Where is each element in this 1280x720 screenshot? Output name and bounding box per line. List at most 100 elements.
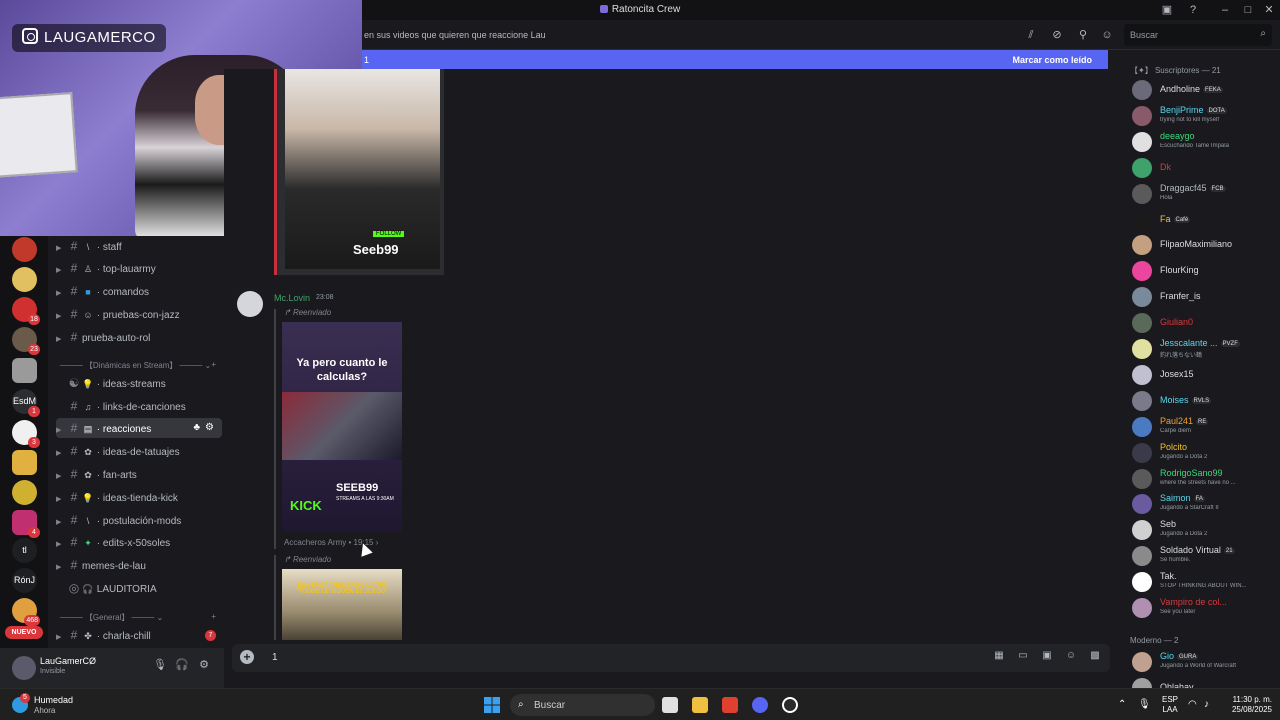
channel-top-lauarmy[interactable]: ▶ # ♙ · top-lauarmy — [56, 258, 222, 278]
help-icon[interactable]: ? — [1186, 3, 1200, 17]
member-row[interactable]: Ohlahay — [1132, 674, 1278, 688]
forwarded-image[interactable]: Ya pero cuanto le calculas? SEEB99 KICK … — [282, 322, 402, 532]
server-icon[interactable]: RónJ — [12, 568, 37, 593]
server-icon[interactable] — [12, 237, 37, 262]
member-row[interactable]: FlourKing — [1132, 257, 1278, 283]
avatar[interactable] — [1132, 209, 1152, 230]
member-row[interactable]: Paul241 RE Carpe diem — [1132, 413, 1278, 439]
server-icon[interactable]: 3 — [12, 420, 40, 448]
search-input[interactable]: Buscar ⌕ — [1124, 24, 1272, 46]
avatar[interactable] — [1132, 652, 1152, 672]
avatar[interactable] — [1132, 313, 1152, 334]
weather-title[interactable]: Humedad — [34, 695, 73, 705]
avatar[interactable] — [1132, 339, 1152, 359]
pin-icon[interactable]: ⚲ — [1076, 28, 1090, 42]
member-row[interactable]: Seb Jugando a Dota 2 — [1132, 516, 1278, 542]
channel-pruebas-con-jazz[interactable]: ▶ # ☺ · pruebas-con-jazz — [56, 304, 222, 324]
settings-gear-icon[interactable]: ⚙ — [196, 658, 212, 674]
category-general[interactable]: ──── 【General】 ──── ⌄ + — [60, 612, 220, 623]
avatar[interactable] — [1132, 287, 1152, 308]
activity-icon[interactable]: ▩ — [1088, 650, 1102, 664]
member-row[interactable]: Franfer_is — [1132, 283, 1278, 309]
channel-memes-de-lau[interactable]: ▶ # memes-de-lau — [56, 555, 222, 575]
channel-charla-chill[interactable]: ▶ # ✤ · charla-chill 7 — [56, 625, 222, 645]
avatar[interactable] — [1132, 572, 1152, 593]
volume-icon[interactable]: ♪ — [1204, 699, 1209, 710]
obs-icon[interactable] — [782, 697, 798, 713]
member-row[interactable]: FlipaoMaximiliano — [1132, 231, 1278, 257]
gear-icon[interactable]: ⚙ — [205, 418, 214, 438]
channel-fan-arts[interactable]: ▶ # ✿ · fan-arts — [56, 464, 222, 484]
server-icon[interactable]: 23 — [12, 327, 40, 355]
discord-icon[interactable] — [752, 697, 768, 713]
server-icon[interactable]: tl — [12, 538, 37, 563]
microphone-icon[interactable]: 🎙 — [152, 658, 168, 674]
message-input[interactable]: 1 — [272, 652, 278, 663]
members-icon[interactable]: ☺ — [1100, 28, 1114, 42]
avatar[interactable] — [1132, 494, 1152, 515]
server-icon[interactable] — [12, 267, 37, 292]
member-row[interactable]: Polcito Jugando a Dota 2 — [1132, 439, 1278, 465]
inbox-icon[interactable]: ▣ — [1160, 3, 1174, 17]
avatar[interactable] — [1132, 183, 1152, 204]
avatar[interactable] — [1132, 390, 1152, 411]
server-icon[interactable] — [12, 358, 37, 383]
microphone-icon[interactable]: 🎙 — [1138, 699, 1151, 710]
server-icon[interactable] — [12, 480, 37, 505]
close-button[interactable]: ✕ — [1258, 2, 1280, 18]
avatar[interactable] — [1132, 80, 1152, 100]
member-row[interactable]: deeaygo Escuchando Tame Impala — [1132, 128, 1278, 154]
avatar[interactable] — [1132, 131, 1152, 152]
member-row[interactable]: Tak. STOP THINKING ABOUT WIN... — [1132, 568, 1278, 594]
channel-postulacion-mods[interactable]: ▶ # \ · postulación-mods — [56, 510, 222, 530]
avatar[interactable] — [1132, 364, 1152, 385]
avatar[interactable] — [1132, 416, 1152, 437]
channel-ideas-tienda-kick[interactable]: ▶ # 💡 · ideas-tienda-kick — [56, 487, 222, 507]
mark-as-read-button[interactable]: Marcar como leído — [1012, 55, 1092, 65]
channel-ideas-de-tatuajes[interactable]: ▶ # ✿ · ideas-de-tatuajes — [56, 441, 222, 461]
channel-links-de-canciones[interactable]: # ♫ · links-de-canciones — [56, 396, 222, 416]
video-embed[interactable]: FOLLOW Seeb99 — [274, 69, 444, 275]
avatar[interactable] — [1132, 235, 1152, 256]
server-icon[interactable]: EsdM 1 — [12, 389, 40, 417]
avatar[interactable] — [1132, 442, 1152, 463]
headphones-icon[interactable]: 🎧 — [174, 658, 190, 674]
channel-reacciones[interactable]: ▶ # ▤ · reacciones ♣ ⚙ — [56, 418, 222, 438]
member-row[interactable]: Moises RVLS — [1132, 387, 1278, 413]
message-author[interactable]: Mc.Lovin — [274, 293, 310, 303]
member-row[interactable]: Giulian0 — [1132, 309, 1278, 335]
clock[interactable]: 11:30 p. m. 25/08/2025 — [1226, 695, 1272, 715]
avatar[interactable] — [12, 656, 36, 680]
gif-icon[interactable]: ▭ — [1016, 650, 1030, 664]
wifi-icon[interactable]: ◠ — [1188, 699, 1197, 710]
maximize-button[interactable]: □ — [1237, 2, 1259, 18]
language-indicator[interactable]: ESP LAA — [1162, 695, 1178, 715]
channel-topic[interactable]: en sus videos que quieren que reaccione … — [364, 30, 546, 40]
windows-start-icon[interactable] — [484, 697, 500, 713]
member-row[interactable]: Fa Café — [1132, 206, 1278, 232]
gift-icon[interactable]: ▦ — [992, 650, 1006, 664]
minimize-button[interactable]: – — [1214, 2, 1236, 18]
member-row[interactable]: Gio GURA Jugando a World of Warcraft — [1132, 648, 1278, 674]
sticker-icon[interactable]: ▣ — [1040, 650, 1054, 664]
server-icon[interactable]: 4 — [12, 510, 40, 538]
channel-comandos[interactable]: ▶ # ■ · comandos — [56, 281, 222, 301]
avatar[interactable] — [1132, 520, 1152, 541]
avatar[interactable] — [1132, 261, 1152, 282]
mute-icon[interactable]: ⊘ — [1050, 28, 1064, 42]
member-row[interactable]: Saimon FA Jugando a StarCraft II — [1132, 490, 1278, 516]
taskbar-search[interactable]: ⌕ Buscar — [510, 694, 655, 716]
channel-edits-x-50soles[interactable]: ▶ # ✦ · edits-x-50soles — [56, 532, 222, 552]
brave-browser-icon[interactable] — [722, 697, 738, 713]
forwarded-image[interactable]: ESA EMET TREMENDA ACTRIZ "TODOS LE SIGUE… — [282, 569, 402, 640]
new-messages-banner[interactable]: 1 Marcar como leído — [362, 50, 1108, 69]
message-composer[interactable]: + 1 ▦ ▭ ▣ ☺ ▩ — [232, 644, 1110, 672]
task-view-icon[interactable] — [662, 697, 678, 713]
channel-staff[interactable]: ▶ # \ · staff — [56, 236, 222, 256]
channel-ideas-streams[interactable]: ☯ 💡 · ideas-streams — [56, 373, 222, 393]
avatar[interactable] — [237, 291, 263, 317]
member-row[interactable]: RodrigoSano99 where the streets have no .… — [1132, 465, 1278, 491]
threads-icon[interactable]: ⫽ — [1024, 28, 1038, 42]
member-row[interactable]: Vampiro de col... See you later — [1132, 594, 1278, 620]
server-icon[interactable]: 18 — [12, 297, 40, 325]
